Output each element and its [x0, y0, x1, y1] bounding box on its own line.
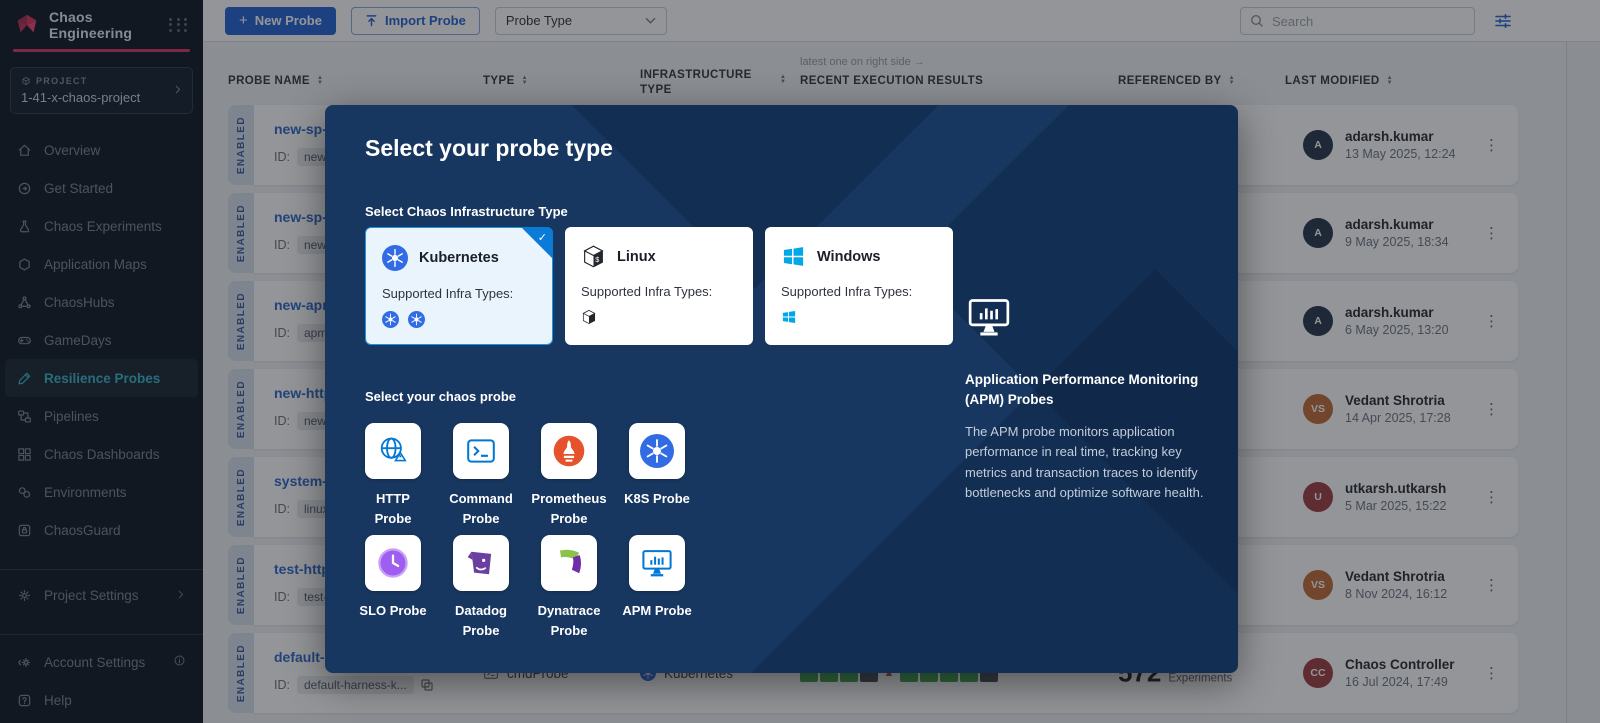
slo-gauge-icon — [376, 546, 410, 580]
infra-card-windows[interactable]: Windows Supported Infra Types: — [765, 227, 953, 345]
apm-info-description: The APM probe monitors application perfo… — [965, 422, 1223, 504]
probe-label: DynatraceProbe — [525, 601, 613, 641]
apm-info-panel: Application Performance Monitoring (APM)… — [965, 295, 1223, 504]
modal-title: Select your probe type — [365, 135, 613, 162]
command-terminal-icon — [465, 435, 497, 467]
kubernetes-icon — [382, 311, 399, 328]
probe-label: HTTPProbe — [349, 489, 437, 529]
svg-text:$: $ — [595, 255, 599, 264]
infra-section-label: Select Chaos Infrastructure Type — [365, 204, 568, 219]
probe-label: CommandProbe — [437, 489, 525, 529]
windows-icon — [781, 309, 797, 325]
probe-label: PrometheusProbe — [525, 489, 613, 529]
probe-label: SLO Probe — [349, 601, 437, 621]
probe-tile-prometheus[interactable] — [541, 423, 597, 479]
probe-tile-slo[interactable] — [365, 535, 421, 591]
probe-label: APM Probe — [613, 601, 701, 621]
probe-tile-command[interactable] — [453, 423, 509, 479]
prometheus-icon — [552, 434, 586, 468]
probe-tile-dynatrace[interactable] — [541, 535, 597, 591]
kubernetes-icon — [408, 311, 425, 328]
probe-section-label: Select your chaos probe — [365, 389, 516, 404]
infra-card-kubernetes[interactable]: ✓ Kubernetes Supported Infra Types: — [365, 227, 553, 345]
probe-tile-http[interactable] — [365, 423, 421, 479]
probe-label: DatadogProbe — [437, 601, 525, 641]
apm-monitor-icon — [640, 547, 674, 579]
probe-label: K8S Probe — [613, 489, 701, 509]
linux-icon — [581, 309, 597, 325]
infra-card-linux[interactable]: $ Linux Supported Infra Types: — [565, 227, 753, 345]
dynatrace-icon — [552, 546, 586, 580]
datadog-icon — [465, 547, 497, 579]
kubernetes-icon — [382, 245, 408, 271]
apm-monitor-icon — [965, 295, 1013, 339]
select-probe-type-modal: Select your probe type Select Chaos Infr… — [325, 105, 1238, 673]
probe-tile-k8s[interactable] — [629, 423, 685, 479]
probe-tile-apm[interactable] — [629, 535, 685, 591]
linux-icon: $ — [581, 244, 606, 269]
apm-info-title: Application Performance Monitoring (APM)… — [965, 370, 1223, 411]
windows-icon — [781, 244, 806, 269]
probe-tile-datadog[interactable] — [453, 535, 509, 591]
check-icon: ✓ — [538, 231, 547, 244]
kubernetes-icon — [640, 434, 674, 468]
http-globe-warning-icon — [376, 434, 410, 468]
